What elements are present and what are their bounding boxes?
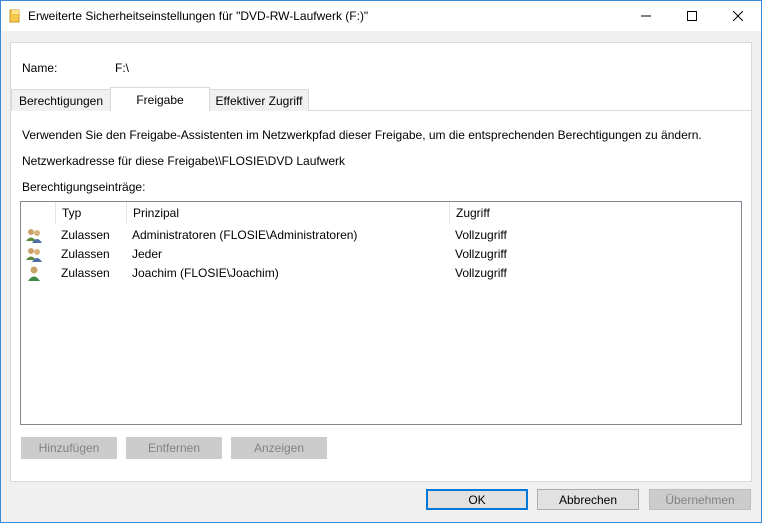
row-access: Vollzugriff: [455, 247, 507, 261]
tab-effektiver-zugriff[interactable]: Effektiver Zugriff: [209, 89, 309, 111]
cancel-button[interactable]: Abbrechen: [537, 489, 639, 510]
table-row[interactable]: Zulassen Administratoren (FLOSIE\Adminis…: [21, 226, 741, 245]
column-header-prinzipal[interactable]: Prinzipal: [126, 202, 450, 224]
tab-freigabe[interactable]: Freigabe: [110, 87, 210, 111]
close-button[interactable]: [715, 1, 761, 31]
add-entry-button[interactable]: Hinzufügen: [21, 437, 117, 459]
row-principal: Jeder: [132, 247, 163, 261]
name-label: Name:: [22, 61, 58, 75]
row-type: Zulassen: [61, 266, 110, 280]
network-address-value: \\FLOSIE\DVD Laufwerk: [215, 154, 346, 168]
apply-button[interactable]: Übernehmen: [649, 489, 751, 510]
security-dialog-window: Erweiterte Sicherheitseinstellungen für …: [0, 0, 762, 523]
row-principal: Joachim (FLOSIE\Joachim): [132, 266, 279, 280]
row-type: Zulassen: [61, 228, 110, 242]
minimize-icon: [641, 15, 651, 17]
row-access: Vollzugriff: [455, 228, 507, 242]
user-group-icon: [26, 229, 42, 243]
view-entry-button[interactable]: Anzeigen: [231, 437, 327, 459]
settings-panel: Name: F:\ Berechtigungen Freigabe Effekt…: [10, 42, 752, 482]
maximize-button[interactable]: [669, 1, 715, 31]
table-row[interactable]: Zulassen Jeder Vollzugriff: [21, 245, 741, 264]
folder-icon: [9, 9, 20, 23]
window-title: Erweiterte Sicherheitseinstellungen für …: [28, 9, 369, 23]
user-group-icon: [26, 248, 42, 262]
maximize-icon: [687, 11, 697, 21]
table-row[interactable]: Zulassen Joachim (FLOSIE\Joachim) Vollzu…: [21, 264, 741, 283]
column-header-typ[interactable]: Typ: [55, 202, 127, 224]
name-value: F:\: [115, 61, 129, 75]
minimize-button[interactable]: [623, 1, 669, 31]
permission-entries-label: Berechtigungseinträge:: [22, 180, 146, 194]
row-access: Vollzugriff: [455, 266, 507, 280]
tab-berechtigungen[interactable]: Berechtigungen: [11, 89, 111, 111]
share-description: Verwenden Sie den Freigabe-Assistenten i…: [22, 128, 702, 142]
network-address-label: Netzwerkadresse für diese Freigabe:: [22, 154, 219, 168]
column-header-zugriff[interactable]: Zugriff: [449, 202, 741, 224]
title-bar[interactable]: Erweiterte Sicherheitseinstellungen für …: [1, 1, 761, 31]
list-header: Typ Prinzipal Zugriff: [21, 202, 741, 224]
row-principal: Administratoren (FLOSIE\Administratoren): [132, 228, 358, 242]
user-icon: [28, 266, 40, 281]
permission-entries-list[interactable]: Typ Prinzipal Zugriff Zulassen Administr…: [20, 201, 742, 425]
remove-entry-button[interactable]: Entfernen: [126, 437, 222, 459]
row-type: Zulassen: [61, 247, 110, 261]
ok-button[interactable]: OK: [426, 489, 528, 510]
close-icon: [733, 11, 743, 21]
